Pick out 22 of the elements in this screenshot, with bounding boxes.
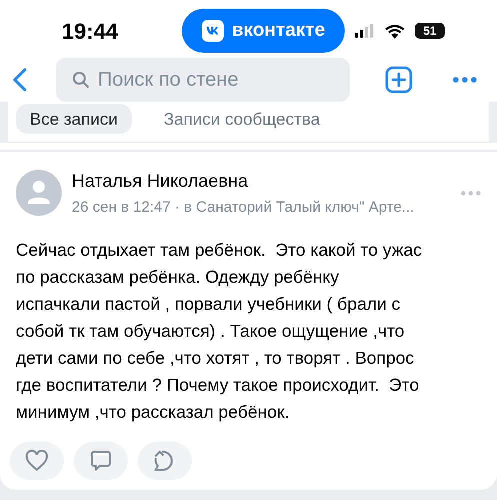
speech-bubble-icon <box>89 449 113 473</box>
search-field[interactable]: Поиск по стене <box>56 58 350 102</box>
add-post-icon[interactable] <box>385 66 413 94</box>
author-name[interactable]: Наталья Николаевна <box>72 168 414 194</box>
filter-tab[interactable]: Записи сообщества <box>150 104 334 134</box>
signal-icon <box>355 24 375 38</box>
comment-button[interactable] <box>74 442 128 480</box>
avatar-icon <box>16 170 62 216</box>
app-pill-label: вконтакте <box>232 18 326 43</box>
battery-indicator: 51 <box>415 23 445 40</box>
clock-time: 19:44 <box>62 18 120 46</box>
wifi-icon <box>385 24 405 39</box>
like-button[interactable] <box>10 442 64 480</box>
post-meta: 26 сен в 12:47 · в Санаторий Талый ключ" Арте... <box>72 198 414 218</box>
vk-logo-icon <box>202 20 224 42</box>
filter-tab[interactable]: Все записи <box>16 104 132 134</box>
more-icon[interactable] <box>453 77 477 84</box>
heart-icon <box>25 450 49 472</box>
share-button[interactable] <box>138 442 192 480</box>
post-text: Сейчас отдыхает там ребёнок. Это какой то ужас по рассказам ребёнка. Одежду ребёнку испачкали пастой , порвали учебники ( брали с собой тк там обучаются) . Такое ощущение ,что дети сами по себе ,что хотят , то творят . Вопрос где воспитатели ? Почему такое происходит. Это минимум ,что рассказал ребёнок. <box>16 239 424 424</box>
app-pill[interactable]: вконтакте <box>182 9 346 54</box>
search-icon <box>72 71 90 90</box>
